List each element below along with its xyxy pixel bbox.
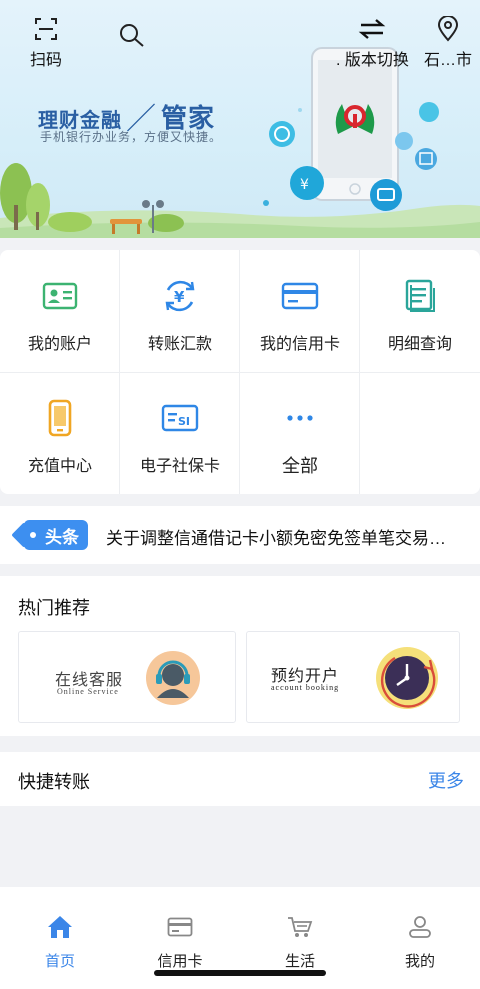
location-button[interactable]: 石…市 <box>424 16 472 70</box>
account-booking-card[interactable]: 预约开户 account booking <box>246 631 460 723</box>
grid-item-label: 我的账户 <box>27 336 92 353</box>
tab-label: 生活 <box>284 953 315 970</box>
headline-tag-label: 头条 <box>45 527 79 547</box>
social-security-card-icon: SI <box>161 400 199 436</box>
banner-subtitle: 手机银行办业务，方便又快捷。 <box>40 130 223 144</box>
tab-mine[interactable]: 我的 <box>360 915 480 971</box>
grid-item-my-account[interactable]: 我的账户 <box>0 250 120 372</box>
grid-item-topup-center[interactable]: 充值中心 <box>0 372 120 494</box>
scan-button[interactable]: 扫码 <box>30 16 62 70</box>
tag-hole-icon <box>30 532 36 538</box>
detail-list-icon <box>403 278 437 314</box>
location-label: 石…市 <box>424 52 473 69</box>
search-icon <box>118 22 146 48</box>
cart-icon <box>287 915 313 944</box>
online-service-card[interactable]: 在线客服 Online Service <box>18 631 236 723</box>
headline-text[interactable]: 关于调整信通借记卡小额免密免签单笔交易限额的公告 <box>106 524 458 549</box>
section-title: 热门推荐 <box>18 598 90 618</box>
quick-transfer-section: 快捷转账 更多 <box>0 752 480 806</box>
svg-text:¥: ¥ <box>300 177 309 193</box>
version-switch-label: . 版本切换 <box>336 52 409 69</box>
customer-service-icon <box>145 650 201 711</box>
grid-item-all[interactable]: 全部 <box>240 372 360 494</box>
grid-item-label: 全部 <box>282 456 318 476</box>
grid-item-label: 转账汇款 <box>147 336 212 353</box>
transfer-yuan-icon: ¥ <box>162 278 198 314</box>
grid-item-label: 电子社保卡 <box>139 458 220 475</box>
card-subtitle: account booking <box>271 683 340 692</box>
header-banner: ¥ 扫码 . 版本切换 石…市 理财金融 ／ 管家 手机银行办业务，方便又快捷。 <box>0 0 480 238</box>
credit-card-icon <box>281 278 319 314</box>
section-title: 快捷转账 <box>18 772 90 792</box>
top-bar: 扫码 . 版本切换 石…市 <box>0 0 480 70</box>
tab-label: 我的 <box>404 953 435 970</box>
home-indicator <box>154 970 326 976</box>
tab-credit-card[interactable]: 信用卡 <box>120 915 240 971</box>
grid-item-credit-card[interactable]: 我的信用卡 <box>240 250 360 372</box>
scan-icon <box>34 16 58 42</box>
grid-item-label: 我的信用卡 <box>259 336 340 353</box>
hot-recommend-section: 热门推荐 在线客服 Online Service 预约开户 account bo… <box>0 576 480 736</box>
headline-tag: 头条 <box>24 520 88 550</box>
grid-item-social-security-card[interactable]: SI 电子社保卡 <box>120 372 240 494</box>
tab-life[interactable]: 生活 <box>240 915 360 971</box>
home-icon <box>47 915 73 944</box>
more-link[interactable]: 更多 <box>428 767 464 793</box>
function-grid: 我的账户 ¥ 转账汇款 我的信用卡 明细查询 充值中心 SI 电子社保卡 全部 <box>0 250 480 494</box>
svg-text:¥: ¥ <box>174 288 185 306</box>
news-ticker[interactable]: 头条 关于调整信通借记卡小额免密免签单笔交易限额的公告 <box>0 506 480 564</box>
grid-item-label: 明细查询 <box>387 336 452 353</box>
more-dots-icon <box>285 400 315 436</box>
grid-item-detail-query[interactable]: 明细查询 <box>360 250 480 372</box>
search-button[interactable] <box>118 22 146 48</box>
card-icon <box>167 915 193 944</box>
user-icon <box>407 915 433 944</box>
tab-label: 首页 <box>44 953 75 970</box>
tab-label: 信用卡 <box>157 953 203 970</box>
svg-text:SI: SI <box>178 415 190 428</box>
grid-item-transfer[interactable]: ¥ 转账汇款 <box>120 250 240 372</box>
scan-label: 扫码 <box>30 52 63 69</box>
account-card-icon <box>42 278 78 314</box>
card-subtitle: Online Service <box>57 687 119 696</box>
tab-home[interactable]: 首页 <box>0 915 120 971</box>
swap-arrows-icon <box>358 16 386 42</box>
version-switch-button[interactable]: . 版本切换 <box>336 16 409 70</box>
phone-topup-icon <box>47 399 73 437</box>
grid-item-label: 充值中心 <box>27 458 92 475</box>
location-pin-icon <box>437 16 459 42</box>
clock-icon <box>375 646 441 715</box>
